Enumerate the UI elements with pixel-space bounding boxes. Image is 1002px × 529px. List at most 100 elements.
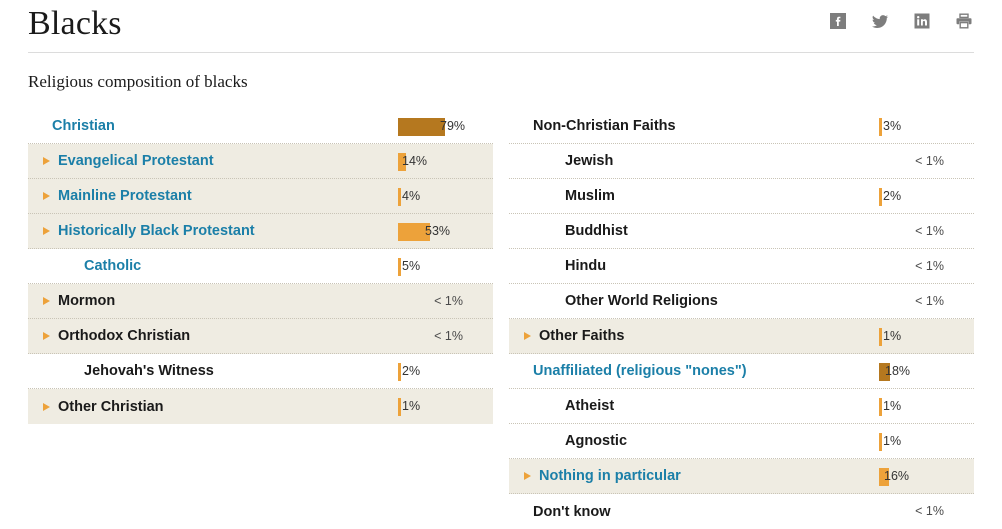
row-label[interactable]: Christian bbox=[52, 118, 115, 134]
row-label-wrap: Buddhist bbox=[509, 223, 879, 239]
row-label: Jewish bbox=[565, 153, 614, 169]
print-icon[interactable] bbox=[954, 11, 974, 31]
bar-value-label: 14% bbox=[402, 153, 428, 168]
bar-value-label: 1% bbox=[883, 328, 902, 343]
bar-value-label: 2% bbox=[402, 363, 421, 378]
bar-zone: < 1% bbox=[879, 494, 974, 529]
chart-row-jewish: Jewish < 1% bbox=[509, 144, 974, 179]
twitter-icon[interactable] bbox=[870, 11, 890, 31]
row-label[interactable]: Catholic bbox=[58, 258, 141, 274]
bar-zone: 1% bbox=[879, 389, 974, 424]
chart-row-dont-know: Don't know < 1% bbox=[509, 494, 974, 529]
row-label-wrap: Historically Black Protestant bbox=[28, 223, 398, 239]
chart-row-catholic[interactable]: Catholic 5% bbox=[28, 249, 493, 284]
bar-value-label: 53% bbox=[425, 223, 451, 238]
expand-triangle-icon[interactable] bbox=[40, 154, 54, 168]
expand-triangle-icon[interactable] bbox=[521, 469, 535, 483]
bar-zone: 3% bbox=[879, 109, 974, 144]
row-label: Buddhist bbox=[565, 223, 628, 239]
row-label-wrap: Jehovah's Witness bbox=[28, 363, 398, 379]
row-label-wrap: Orthodox Christian bbox=[28, 328, 398, 344]
bar-value-label: < 1% bbox=[915, 504, 944, 518]
row-label[interactable]: Mainline Protestant bbox=[58, 188, 192, 204]
bar-value-label: < 1% bbox=[915, 293, 944, 308]
social-share-bar bbox=[828, 11, 974, 31]
row-label-wrap: Unaffiliated (religious "nones") bbox=[509, 363, 879, 379]
row-label[interactable]: Historically Black Protestant bbox=[58, 223, 255, 239]
chart-row-agnostic: Agnostic 1% bbox=[509, 424, 974, 459]
religious-composition-chart: Christian 79% Evangelical Protestant 14% Mai… bbox=[28, 109, 974, 529]
bar-value-label: 1% bbox=[883, 433, 902, 448]
bar-value-label: 3% bbox=[883, 118, 902, 133]
chart-row-mormon: Mormon < 1% bbox=[28, 284, 493, 319]
bar-value-label: < 1% bbox=[915, 223, 944, 238]
row-label: Jehovah's Witness bbox=[84, 363, 214, 379]
bar-zone: < 1% bbox=[398, 284, 493, 319]
row-label-wrap: Catholic bbox=[28, 258, 398, 274]
bar-value-label: < 1% bbox=[915, 258, 944, 273]
row-label: Other Christian bbox=[58, 398, 164, 415]
row-label-wrap: Mormon bbox=[28, 293, 398, 309]
row-label-wrap: Don't know bbox=[509, 504, 879, 520]
expand-triangle-icon[interactable] bbox=[40, 329, 54, 343]
expand-triangle-icon[interactable] bbox=[40, 294, 54, 308]
chart-row-mainline-protestant[interactable]: Mainline Protestant 4% bbox=[28, 179, 493, 214]
row-label-wrap: Other Christian bbox=[28, 399, 398, 415]
row-label[interactable]: Unaffiliated (religious "nones") bbox=[533, 363, 747, 379]
bar-value-label: 18% bbox=[885, 363, 911, 378]
bar-zone: < 1% bbox=[879, 214, 974, 249]
bar-zone: 2% bbox=[398, 354, 493, 389]
chart-row-historically-black-protestant[interactable]: Historically Black Protestant 53% bbox=[28, 214, 493, 249]
linkedin-icon[interactable] bbox=[912, 11, 932, 31]
row-label: Orthodox Christian bbox=[58, 328, 191, 344]
bar-value-label: 79% bbox=[440, 118, 466, 133]
chart-column-left: Christian 79% Evangelical Protestant 14% Mai… bbox=[28, 109, 493, 529]
row-label: Other Faiths bbox=[539, 328, 625, 344]
chart-column-right: Non-Christian Faiths 3% Jewish < 1% Muslim 2%… bbox=[509, 109, 974, 529]
bar-zone: < 1% bbox=[879, 249, 974, 284]
expand-triangle-icon[interactable] bbox=[40, 400, 54, 414]
row-label-wrap: Evangelical Protestant bbox=[28, 153, 398, 169]
row-label: Non-Christian Faiths bbox=[533, 118, 676, 134]
row-label[interactable]: Nothing in particular bbox=[539, 468, 681, 484]
bar-zone: 53% bbox=[398, 214, 493, 249]
chart-row-other-faiths: Other Faiths 1% bbox=[509, 319, 974, 354]
bar-zone: 14% bbox=[398, 144, 493, 179]
page-title: Blacks bbox=[28, 5, 122, 42]
chart-row-christian[interactable]: Christian 79% bbox=[28, 109, 493, 144]
chart-row-unaffiliated-religious-nones[interactable]: Unaffiliated (religious "nones") 18% bbox=[509, 354, 974, 389]
bar-zone: 18% bbox=[879, 354, 974, 389]
expand-triangle-icon[interactable] bbox=[521, 329, 535, 343]
chart-row-other-world-religions: Other World Religions < 1% bbox=[509, 284, 974, 319]
facebook-icon[interactable] bbox=[828, 11, 848, 31]
bar-value-label: 1% bbox=[883, 398, 902, 413]
chart-row-evangelical-protestant[interactable]: Evangelical Protestant 14% bbox=[28, 144, 493, 179]
bar-zone: 1% bbox=[879, 319, 974, 354]
row-label-wrap: Christian bbox=[28, 118, 398, 134]
chart-row-nothing-in-particular[interactable]: Nothing in particular 16% bbox=[509, 459, 974, 494]
chart-row-atheist: Atheist 1% bbox=[509, 389, 974, 424]
row-label: Other World Religions bbox=[565, 293, 718, 309]
row-label: Atheist bbox=[565, 398, 615, 414]
bar-value-label: < 1% bbox=[434, 328, 463, 343]
expand-triangle-icon[interactable] bbox=[40, 224, 54, 238]
row-label[interactable]: Evangelical Protestant bbox=[58, 153, 214, 169]
row-label-wrap: Other World Religions bbox=[509, 293, 879, 309]
expand-triangle-icon[interactable] bbox=[40, 189, 54, 203]
bar-zone: 16% bbox=[879, 459, 974, 494]
bar-zone: 5% bbox=[398, 249, 493, 284]
bar-value-label: < 1% bbox=[915, 153, 944, 168]
bar-value-label: < 1% bbox=[434, 293, 463, 308]
bar-zone: < 1% bbox=[879, 284, 974, 319]
chart-row-orthodox-christian: Orthodox Christian < 1% bbox=[28, 319, 493, 354]
row-label-wrap: Atheist bbox=[509, 398, 879, 414]
